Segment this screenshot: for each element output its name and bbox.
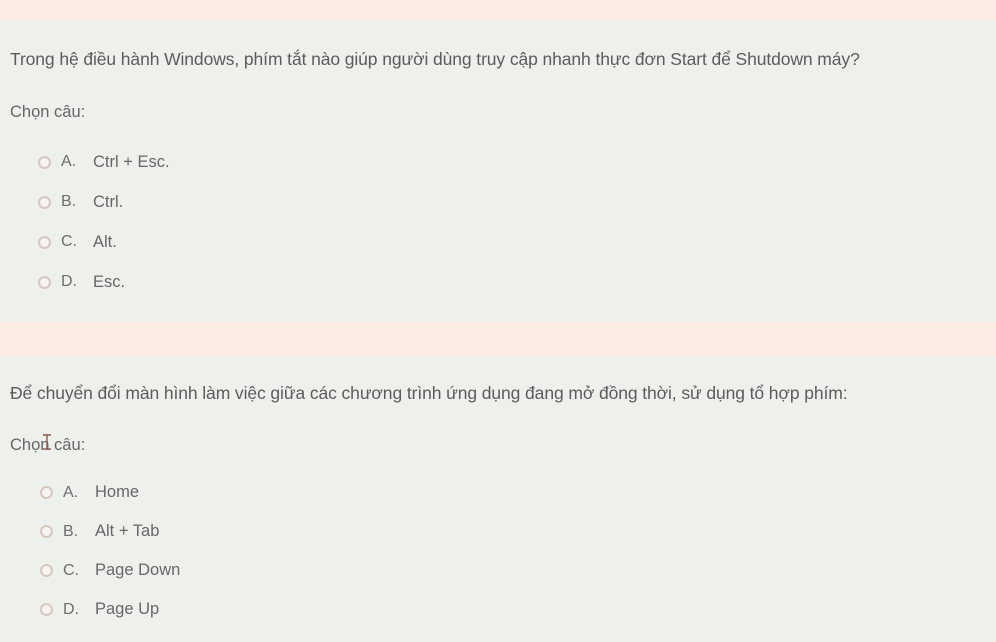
option-text: Esc. (93, 272, 126, 291)
radio-button[interactable] (40, 525, 53, 538)
answer-option-c[interactable]: C. Page Down (40, 551, 996, 590)
radio-button[interactable] (38, 235, 51, 249)
option-text: Ctrl. (93, 192, 124, 211)
option-letter: C. (63, 561, 79, 579)
radio-button[interactable] (40, 603, 53, 616)
option-letter: D. (63, 600, 79, 618)
option-letter: B. (61, 193, 77, 210)
choose-answer-label: Chọn câu: (10, 436, 86, 454)
radio-button[interactable] (38, 275, 51, 289)
top-separator (0, 0, 996, 20)
option-letter: B. (63, 522, 79, 540)
question-text: Trong hệ điều hành Windows, phím tắt nào… (10, 49, 860, 69)
question-separator (0, 322, 996, 356)
option-letter: D. (61, 273, 77, 290)
radio-button[interactable] (40, 564, 53, 577)
option-text: Page Down (95, 561, 181, 579)
answer-option-d[interactable]: D. Esc. (38, 262, 996, 302)
radio-button[interactable] (38, 195, 51, 209)
question-card-1: Trong hệ điều hành Windows, phím tắt nào… (0, 20, 996, 291)
radio-button[interactable] (40, 486, 53, 499)
option-letter: A. (63, 483, 79, 501)
answer-option-c[interactable]: C. Alt. (38, 222, 996, 262)
option-text: Home (95, 483, 140, 501)
option-text: Ctrl + Esc. (93, 152, 170, 171)
answer-option-b[interactable]: B. Ctrl. (38, 182, 996, 222)
answer-option-d[interactable]: D. Page Up (40, 590, 996, 629)
choose-answer-label: Chọn câu: (10, 103, 86, 121)
answer-options: A. Ctrl + Esc. B. Ctrl. C. Alt. D. Esc. (10, 142, 996, 302)
radio-button[interactable] (38, 155, 51, 169)
option-text: Alt. (93, 232, 117, 251)
option-letter: C. (61, 233, 77, 250)
option-letter: A. (61, 153, 77, 170)
question-text: Để chuyển đổi màn hình làm việc giữa các… (10, 383, 848, 403)
question-card-2: Để chuyển đổi màn hình làm việc giữa các… (0, 356, 996, 642)
answer-option-a[interactable]: A. Home (40, 473, 996, 512)
option-text: Page Up (95, 600, 160, 618)
answer-option-b[interactable]: B. Alt + Tab (40, 512, 996, 551)
answer-option-a[interactable]: A. Ctrl + Esc. (38, 142, 996, 182)
option-text: Alt + Tab (95, 522, 160, 540)
answer-options: A. Home B. Alt + Tab C. Page Down D. Pag… (10, 473, 996, 629)
